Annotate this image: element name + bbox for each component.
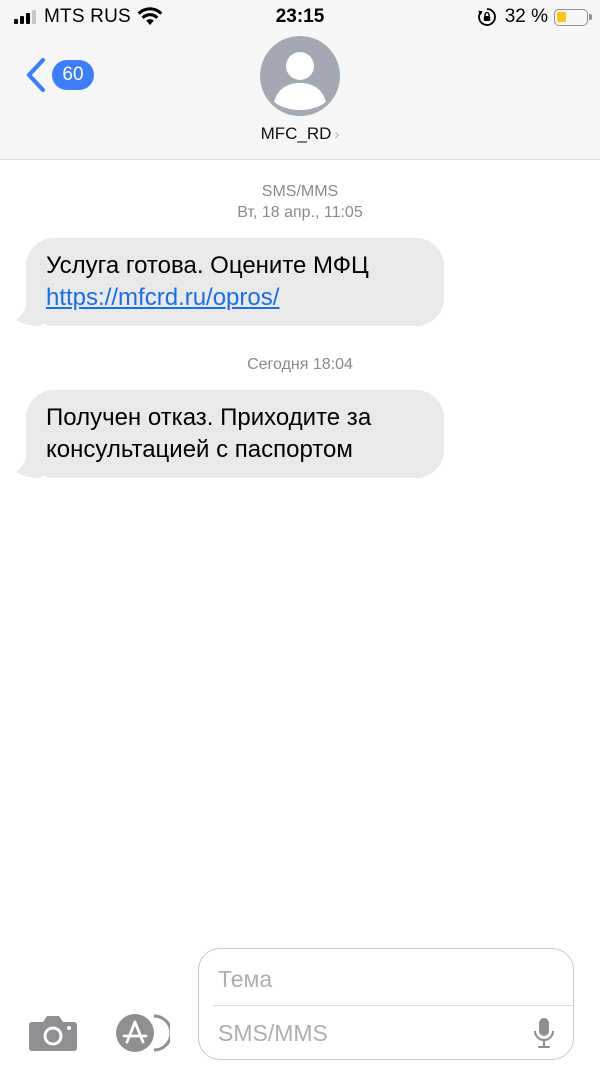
compose-field <box>198 948 574 1060</box>
battery-cap <box>589 13 592 20</box>
bubble-tail <box>16 456 42 478</box>
rotation-lock-icon <box>477 8 496 26</box>
battery-fill <box>557 11 566 22</box>
incoming-message-bubble[interactable]: Получен отказ. Приходите за консультацие… <box>16 390 444 478</box>
message-text: Получен отказ. Приходите за <box>46 404 372 431</box>
message-input[interactable] <box>218 1015 518 1051</box>
message-timestamp-header: Сегодня 18:04 <box>0 354 600 375</box>
incoming-message-bubble[interactable]: Услуга готова. Оцените МФЦ https://mfcrd… <box>16 238 444 326</box>
contact-name: MFC_RD <box>260 124 332 143</box>
message-date-label: Сегодня 18:04 <box>247 356 353 373</box>
message-link[interactable]: https://mfcrd.ru/opros/ <box>46 284 279 311</box>
status-bar: MTS RUS 23:15 32 % <box>0 0 600 36</box>
compose-divider <box>213 1005 573 1006</box>
contact-name-button[interactable]: MFC_RD › <box>0 124 600 144</box>
message-timestamp-header: SMS/MMS Вт, 18 апр., 11:05 <box>0 181 600 223</box>
message-text: консультацией с паспортом <box>46 436 353 463</box>
message-date-label: Вт, 18 апр., 11:05 <box>237 204 363 221</box>
bubble-tail <box>16 304 42 326</box>
battery-icon <box>554 8 592 26</box>
app-store-icon[interactable] <box>110 1012 170 1054</box>
message-text: Услуга готова. Оцените МФЦ <box>46 252 369 279</box>
message-channel-label: SMS/MMS <box>261 183 339 200</box>
status-right: 32 % <box>477 6 592 28</box>
contact-avatar[interactable] <box>260 36 340 116</box>
back-button[interactable]: 60 <box>24 56 94 94</box>
chevron-right-icon: › <box>334 126 340 143</box>
microphone-icon[interactable] <box>533 1017 555 1049</box>
subject-input[interactable] <box>218 961 548 997</box>
unread-count-badge: 60 <box>52 60 94 90</box>
battery-percent: 32 % <box>504 6 548 27</box>
camera-icon[interactable] <box>28 1014 78 1052</box>
conversation-header: MTS RUS 23:15 32 % 60 MFC_RD › <box>0 0 600 160</box>
person-silhouette-icon <box>274 52 326 110</box>
chevron-left-icon <box>26 57 46 93</box>
